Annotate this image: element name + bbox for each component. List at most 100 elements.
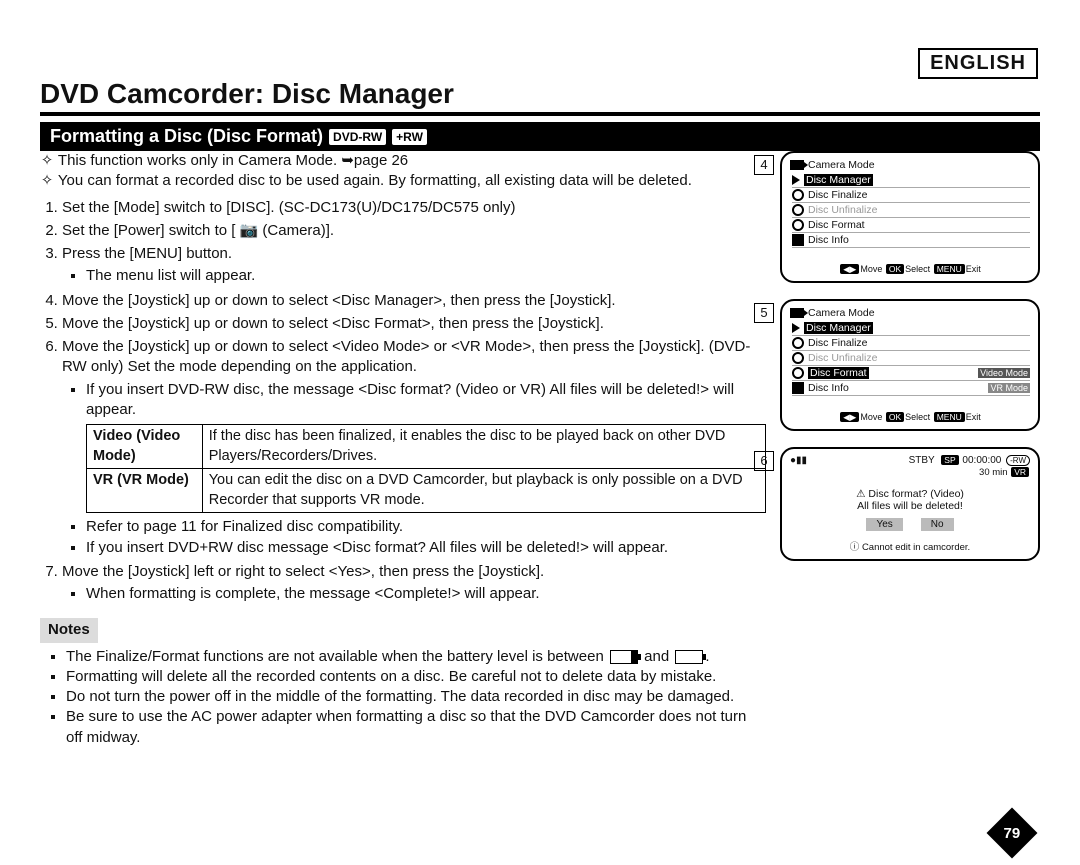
menu-item: Disc Manager <box>804 322 873 334</box>
mode-video-label: Video Mode <box>978 368 1030 378</box>
note-1: The Finalize/Format functions are not av… <box>66 647 766 667</box>
ok-icon: OK <box>886 264 904 274</box>
page-title: DVD Camcorder: Disc Manager <box>40 78 1040 116</box>
section-header-text: Formatting a Disc (Disc Format) <box>50 126 323 147</box>
menu-icon: MENU <box>934 412 965 422</box>
mode-desc-vr: You can edit the disc on a DVD Camcorder… <box>202 469 765 513</box>
notes-list: The Finalize/Format functions are not av… <box>52 647 766 748</box>
note-2: Formatting will delete all the recorded … <box>66 667 766 687</box>
stby-label: STBY <box>909 455 935 466</box>
menu-screen-4: Camera Mode Disc Manager Disc Finalize D… <box>780 151 1040 283</box>
figure-5: 5 Camera Mode Disc Manager Disc Finalize… <box>780 299 1040 431</box>
intro-line-2: You can format a recorded disc to be use… <box>58 172 692 189</box>
mode-table: Video (Video Mode) If the disc has been … <box>86 424 766 513</box>
disc-icon <box>792 219 804 231</box>
language-box: ENGLISH <box>918 48 1038 79</box>
yes-button: Yes <box>866 518 902 531</box>
step-6-sub: If you insert DVD-RW disc, the message <… <box>86 380 766 421</box>
step-3-text: Press the [MENU] button. <box>62 245 232 262</box>
table-row: VR (VR Mode) You can edit the disc on a … <box>87 469 766 513</box>
info-icon <box>792 234 804 246</box>
figure-number-6: 6 <box>754 451 774 471</box>
bullet-diamond-icon: ✧ <box>40 171 54 191</box>
time-counter: 00:00:00 <box>962 455 1001 466</box>
bullet-diamond-icon: ✧ <box>40 151 54 171</box>
step-7-text: Move the [Joystick] left or right to sel… <box>62 563 544 580</box>
info-icon <box>792 382 804 394</box>
note-3: Do not turn the power off in the middle … <box>66 687 766 707</box>
notes-label: Notes <box>40 618 98 642</box>
instructions-column: ✧ This function works only in Camera Mod… <box>40 151 766 748</box>
mode-label-video: Video (Video Mode) <box>87 425 203 469</box>
sp-badge: SP <box>941 455 958 465</box>
screen-footer: ◀▶Move OKSelect MENUExit <box>790 264 1030 275</box>
step-1: Set the [Mode] switch to [DISC]. (SC-DC1… <box>62 198 766 218</box>
nav-icon: ◀▶ <box>840 412 859 422</box>
menu-item: Disc Manager <box>804 174 873 186</box>
ok-icon: OK <box>886 412 904 422</box>
disc-icon <box>792 204 804 216</box>
disc-icon <box>792 352 804 364</box>
screen-6-footnote: Cannot edit in camcorder. <box>862 542 970 553</box>
screen-4-header: Camera Mode <box>808 159 875 171</box>
mode-desc-video: If the disc has been finalized, it enabl… <box>202 425 765 469</box>
remain-time: 30 min <box>979 467 1008 478</box>
step-5: Move the [Joystick] up or down to select… <box>62 314 766 334</box>
menu-item-disabled: Disc Unfinalize <box>808 352 877 364</box>
manual-page: ENGLISH DVD Camcorder: Disc Manager Form… <box>0 0 1080 865</box>
step-7-sub: When formatting is complete, the message… <box>86 584 766 604</box>
note-4: Be sure to use the AC power adapter when… <box>66 707 766 748</box>
step-2: Set the [Power] switch to [ 📷 (Camera)]. <box>62 221 766 241</box>
section-tag-dvd-rw: DVD-RW <box>329 129 386 145</box>
step-6-after-1: Refer to page 11 for Finalized disc comp… <box>86 517 766 537</box>
disc-icon <box>792 337 804 349</box>
step-6-after-2: If you insert DVD+RW disc message <Disc … <box>86 538 766 558</box>
camera-icon <box>790 160 804 170</box>
menu-icon: MENU <box>934 264 965 274</box>
no-button: No <box>921 518 954 531</box>
table-row: Video (Video Mode) If the disc has been … <box>87 425 766 469</box>
figure-4: 4 Camera Mode Disc Manager Disc Finalize… <box>780 151 1040 283</box>
menu-item-disabled: Disc Unfinalize <box>808 204 877 216</box>
step-6-text: Move the [Joystick] up or down to select… <box>62 338 750 375</box>
page-number: 79 <box>1004 825 1021 842</box>
step-4: Move the [Joystick] up or down to select… <box>62 291 766 311</box>
battery-empty-icon <box>675 650 703 664</box>
disc-icon <box>792 367 804 379</box>
warning-icon: ⚠ <box>856 488 865 500</box>
mode-vr-label: VR Mode <box>988 383 1030 393</box>
menu-item: Disc Finalize <box>808 337 868 349</box>
menu-item: Disc Finalize <box>808 189 868 201</box>
mode-label-vr: VR (VR Mode) <box>87 469 203 513</box>
play-icon <box>792 323 800 333</box>
steps-list: Set the [Mode] switch to [DISC]. (SC-DC1… <box>42 198 766 605</box>
figure-number-4: 4 <box>754 155 774 175</box>
section-tag-plus-rw: +RW <box>392 129 427 145</box>
step-3: Press the [MENU] button. The menu list w… <box>62 244 766 287</box>
page-number-badge: 79 <box>987 808 1038 859</box>
step-3-sub: The menu list will appear. <box>86 266 766 286</box>
vr-badge: VR <box>1011 467 1029 477</box>
confirm-msg-1: Disc format? (Video) <box>868 488 964 500</box>
info-icon: ⓘ <box>850 542 860 553</box>
disc-icon <box>792 189 804 201</box>
menu-item-selected: Disc Format <box>808 367 869 379</box>
section-header-bar: Formatting a Disc (Disc Format) DVD-RW +… <box>40 122 1040 151</box>
confirm-screen-6: ●▮▮ STBY SP 00:00:00 -RW 30 min VR ⚠ <box>780 447 1040 561</box>
battery-low-icon <box>610 650 638 664</box>
step-7: Move the [Joystick] left or right to sel… <box>62 562 766 605</box>
menu-item: Disc Info <box>808 382 849 394</box>
menu-screen-5: Camera Mode Disc Manager Disc Finalize D… <box>780 299 1040 431</box>
rec-indicator-icon: ●▮▮ <box>790 455 807 466</box>
nav-icon: ◀▶ <box>840 264 859 274</box>
intro-line-1: This function works only in Camera Mode.… <box>58 152 408 169</box>
figure-6: 6 ●▮▮ STBY SP 00:00:00 -RW 30 min VR <box>780 447 1040 561</box>
figures-column: 4 Camera Mode Disc Manager Disc Finalize… <box>780 151 1040 748</box>
figure-number-5: 5 <box>754 303 774 323</box>
screen-5-header: Camera Mode <box>808 307 875 319</box>
step-6: Move the [Joystick] up or down to select… <box>62 337 766 558</box>
screen-footer: ◀▶Move OKSelect MENUExit <box>790 412 1030 423</box>
camera-icon <box>790 308 804 318</box>
confirm-msg-2: All files will be deleted! <box>857 500 963 512</box>
menu-item: Disc Info <box>808 234 849 246</box>
